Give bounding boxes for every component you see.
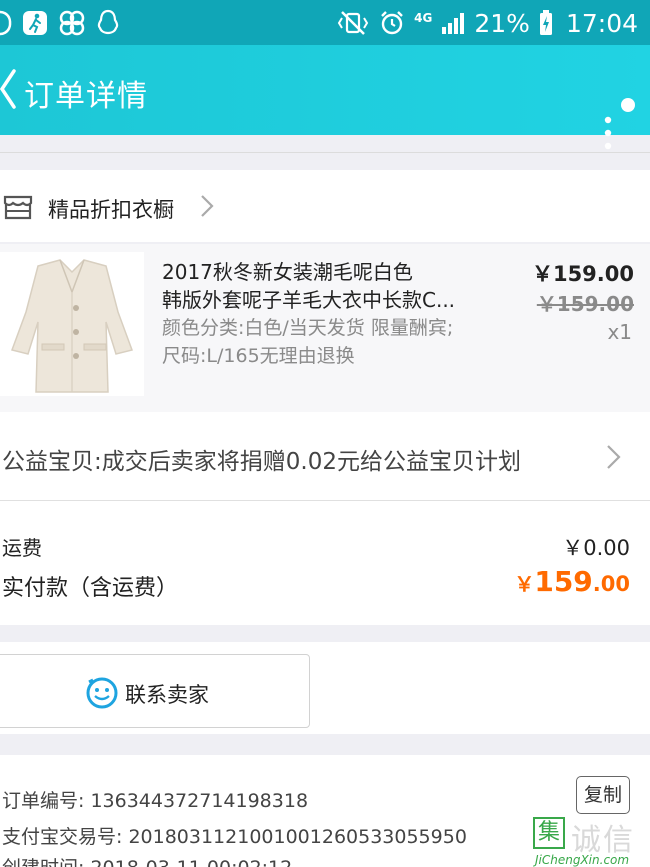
sku-line1: 颜色分类:白色/当天发货 限量酬宾;	[162, 317, 454, 339]
fee-summary: 运费 ￥0.00 实付款（含运费） ￥159.00	[0, 501, 650, 625]
clock-time: 17:04	[565, 8, 638, 38]
copy-button[interactable]: 复制	[576, 776, 630, 814]
smiley-chat-icon	[85, 676, 119, 714]
runner-icon	[22, 10, 48, 36]
chevron-right-icon	[606, 444, 622, 474]
more-vertical-icon	[604, 116, 612, 150]
chevron-right-icon	[200, 194, 214, 222]
battery-charging-icon	[539, 10, 553, 36]
product-original-price: ￥159.00	[536, 292, 634, 316]
store-icon	[3, 194, 33, 224]
product-title: 2017秋冬新女装潮毛呢白色 韩版外套呢子羊毛大衣中长款C...	[162, 258, 492, 314]
product-sku: 颜色分类:白色/当天发货 限量酬宾; 尺码:L/165无理由退换	[162, 314, 522, 370]
sku-line2: 尺码:L/165无理由退换	[162, 345, 355, 367]
alarm-icon	[379, 10, 405, 36]
product-title-line1: 2017秋冬新女装潮毛呢白色	[162, 260, 413, 284]
back-button[interactable]	[0, 67, 22, 111]
shop-row[interactable]: 精品折扣衣橱	[0, 170, 650, 242]
more-menu-button[interactable]	[598, 115, 618, 155]
total-paid: ￥159.00	[514, 565, 630, 598]
network-type: 4G	[414, 11, 433, 25]
battery-percent: 21%	[474, 8, 530, 38]
shop-name: 精品折扣衣橱	[48, 198, 174, 222]
charity-row[interactable]: 公益宝贝:成交后卖家将捐赠0.02元给公益宝贝计划	[0, 412, 650, 500]
contact-area: 联系卖家	[0, 642, 650, 734]
pinwheel-icon	[58, 9, 86, 37]
shipping-value: ￥0.00	[562, 536, 630, 560]
circle-icon	[0, 10, 12, 36]
order-number: 订单编号: 1363443727141983​18	[2, 790, 309, 812]
qq-penguin-icon	[96, 9, 120, 37]
product-image	[0, 252, 144, 396]
created-time: 创建时间: 2018-03-11 00:02:12	[2, 853, 292, 867]
total-decimal: .00	[592, 572, 630, 596]
contact-seller-button[interactable]: 联系卖家	[0, 654, 310, 728]
charity-text: 公益宝贝:成交后卖家将捐赠0.02元给公益宝贝计划	[2, 449, 521, 475]
signal-icon	[441, 11, 465, 35]
watermark: 集 诚信 JiChengXin.com	[533, 815, 650, 867]
total-label: 实付款（含运费）	[2, 576, 179, 601]
vibrate-mute-icon	[336, 10, 370, 36]
total-currency: ￥	[514, 572, 535, 596]
watermark-logo: 集	[533, 817, 565, 849]
status-bar: 4G 21% 17:04	[0, 0, 650, 45]
watermark-url: JiChengXin.com	[535, 853, 630, 867]
total-integer: 159	[534, 565, 593, 598]
status-left-icons	[0, 8, 120, 38]
order-item[interactable]: 2017秋冬新女装潮毛呢白色 韩版外套呢子羊毛大衣中长款C... 颜色分类:白色…	[0, 244, 650, 412]
product-quantity: x1	[607, 320, 632, 344]
status-right: 4G 21% 17:04	[336, 6, 638, 40]
shipping-label: 运费	[2, 536, 42, 560]
alipay-number: 支付宝交易号: 2018031121001001260533055950	[2, 826, 467, 848]
contact-seller-label: 联系卖家	[125, 683, 209, 707]
product-title-line2: 韩版外套呢子羊毛大衣中长款C...	[162, 288, 456, 312]
notification-dot	[621, 98, 635, 112]
product-price: ￥159.00	[531, 262, 634, 286]
chevron-left-icon	[0, 69, 16, 109]
divider	[0, 152, 650, 153]
page-title: 订单详情	[24, 79, 148, 114]
app-header: 订单详情	[0, 45, 650, 150]
